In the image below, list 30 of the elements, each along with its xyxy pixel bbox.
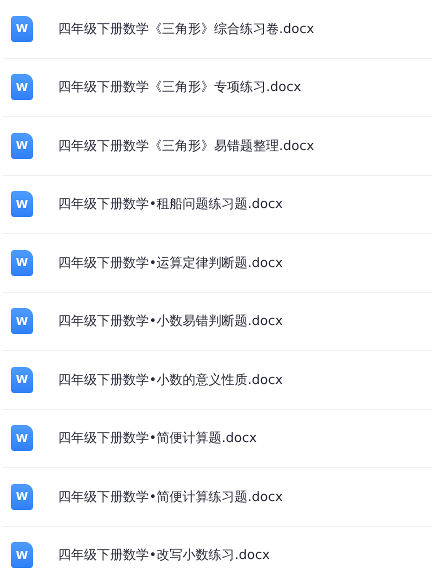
word-file-icon: W (11, 250, 33, 276)
file-row[interactable]: W 四年级下册数学《三角形》易错题整理.docx (3, 117, 432, 176)
file-row[interactable]: W 四年级下册数学•租船问题练习题.docx (3, 176, 432, 234)
file-name: 四年级下册数学•小数易错判断题.docx (58, 313, 283, 330)
file-name: 四年级下册数学《三角形》综合练习卷.docx (58, 20, 314, 38)
word-file-icon: W (11, 425, 33, 452)
file-name: 四年级下册数学•改写小数练习.docx (58, 547, 270, 564)
word-file-icon: W (11, 16, 33, 42)
file-name: 四年级下册数学•运算定律判断题.docx (58, 254, 283, 272)
file-row[interactable]: W 四年级下册数学《三角形》专项练习.docx (3, 58, 432, 117)
file-name: 四年级下册数学•简便计算题.docx (58, 430, 257, 448)
file-row[interactable]: W 四年级下册数学•改写小数练习.docx (3, 526, 432, 582)
file-row[interactable]: W 四年级下册数学•简便计算练习题.docx (3, 468, 432, 526)
file-row[interactable]: W 四年级下册数学《三角形》综合练习卷.docx (3, 0, 432, 58)
word-file-icon: W (11, 308, 33, 334)
word-file-icon: W (11, 191, 33, 218)
word-file-icon: W (11, 74, 33, 100)
word-file-icon: W (11, 132, 33, 159)
word-file-icon: W (11, 484, 33, 510)
word-file-icon: W (11, 366, 33, 393)
file-row[interactable]: W 四年级下册数学•小数易错判断题.docx (3, 292, 432, 351)
file-name: 四年级下册数学•简便计算练习题.docx (58, 488, 283, 506)
word-file-icon: W (11, 542, 33, 568)
file-name: 四年级下册数学•小数的意义性质.docx (58, 372, 283, 389)
file-row[interactable]: W 四年级下册数学•运算定律判断题.docx (3, 234, 432, 292)
file-name: 四年级下册数学•租船问题练习题.docx (58, 196, 283, 214)
file-name: 四年级下册数学《三角形》易错题整理.docx (58, 138, 314, 155)
file-name: 四年级下册数学《三角形》专项练习.docx (58, 79, 302, 96)
file-row[interactable]: W 四年级下册数学•小数的意义性质.docx (3, 351, 432, 410)
file-row[interactable]: W 四年级下册数学•简便计算题.docx (3, 410, 432, 468)
